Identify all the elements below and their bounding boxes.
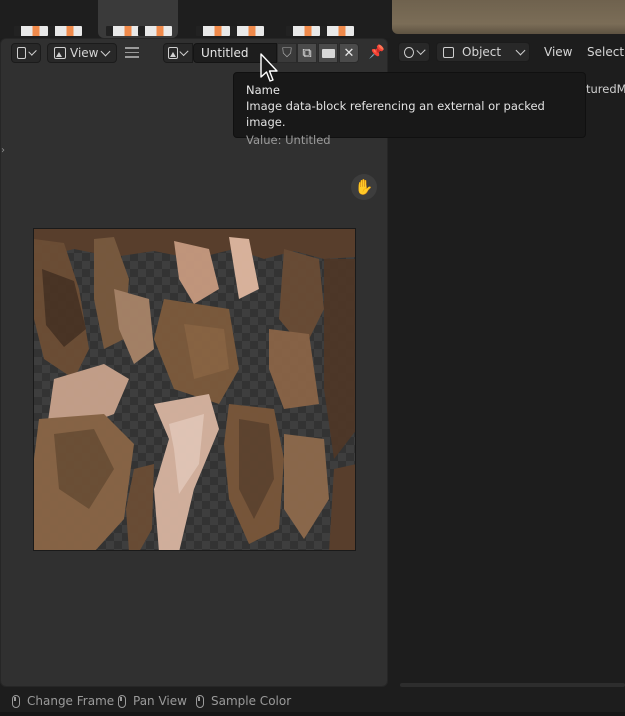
view-menu-button[interactable]: View: [47, 43, 117, 63]
thumbnail-image: [320, 26, 354, 36]
viewport-view-menu[interactable]: View: [544, 45, 572, 59]
image-editor-icon: [17, 47, 26, 59]
file-thumbnail-strip: [0, 0, 390, 38]
image-editor-header: View Untitled ⛉ ⧉ ✕ 📌: [1, 39, 387, 67]
chevron-down-icon: [416, 45, 426, 56]
thumbnail-image: [230, 26, 264, 36]
thumbnail-image: [138, 26, 172, 36]
tooltip-value: Value: Untitled: [246, 133, 331, 147]
mode-selector[interactable]: Object: [436, 42, 530, 62]
mode-selector-label: Object: [462, 45, 502, 59]
thumbnail-slot[interactable]: [0, 0, 90, 38]
image-icon: [168, 47, 179, 59]
mouse-left-icon: [12, 694, 20, 708]
viewport-overlay-text: turedMe: [586, 82, 625, 96]
bottom-divider: [0, 712, 625, 716]
status-item-sample-color: Sample Color: [196, 694, 291, 708]
open-image-button[interactable]: [318, 43, 338, 63]
viewport-select-menu[interactable]: Select: [587, 45, 624, 59]
image-browse-button[interactable]: [163, 43, 193, 63]
viewport-shading-button[interactable]: [398, 42, 430, 62]
texture-image-canvas[interactable]: [33, 228, 356, 551]
hamburger-icon[interactable]: [125, 47, 139, 59]
thumbnail-image: [48, 26, 82, 36]
tooltip-title: Name: [246, 83, 280, 97]
chevron-down-icon: [179, 46, 189, 57]
thumbnail-image: [14, 26, 48, 36]
pin-icon[interactable]: 📌: [368, 44, 386, 62]
duplicate-button[interactable]: ⧉: [297, 43, 317, 63]
thumbnail-slot-active[interactable]: [98, 0, 178, 38]
close-icon: ✕: [343, 45, 355, 61]
unlink-button[interactable]: ✕: [339, 43, 359, 63]
thumbnail-slot[interactable]: [190, 0, 270, 38]
thumbnail-slot[interactable]: [280, 0, 360, 38]
mouse-cursor-icon: [260, 53, 278, 82]
status-item-label: Sample Color: [211, 694, 292, 708]
tooltip-description: Image data-block referencing an external…: [246, 99, 545, 129]
chevron-down-icon: [515, 45, 526, 56]
thumbnail-image: [286, 26, 320, 36]
hand-icon[interactable]: ✋: [351, 174, 377, 200]
chevron-down-icon: [101, 46, 111, 57]
status-item-pan-view: Pan View: [118, 694, 187, 708]
image-icon: [54, 47, 66, 59]
sidebar-toggle-arrow-icon[interactable]: ›: [1, 145, 9, 161]
view-menu-label: View: [70, 46, 99, 60]
folder-icon: [321, 48, 335, 58]
tooltip: Name Image data-block referencing an ext…: [233, 72, 586, 147]
thumbnail-image: [196, 26, 230, 36]
chevron-down-icon: [28, 47, 37, 56]
editor-type-button[interactable]: [11, 43, 41, 63]
viewport-header: Object View Select: [390, 38, 625, 66]
mouse-right-icon: [196, 694, 204, 708]
status-item-change-frame: Change Frame: [12, 694, 114, 708]
object-mode-icon: [443, 46, 454, 58]
status-item-label: Change Frame: [27, 694, 115, 708]
viewport-shading-icon: [404, 46, 414, 58]
texture-atlas-image: [34, 229, 355, 550]
shield-icon: ⛉: [282, 45, 292, 61]
status-item-label: Pan View: [133, 694, 187, 708]
thumbnail-image: [106, 26, 140, 36]
viewport-scrollbar[interactable]: [400, 683, 625, 687]
mouse-middle-icon: [118, 694, 126, 708]
upper-viewport-peek: [392, 0, 625, 34]
duplicate-icon: ⧉: [302, 45, 312, 61]
